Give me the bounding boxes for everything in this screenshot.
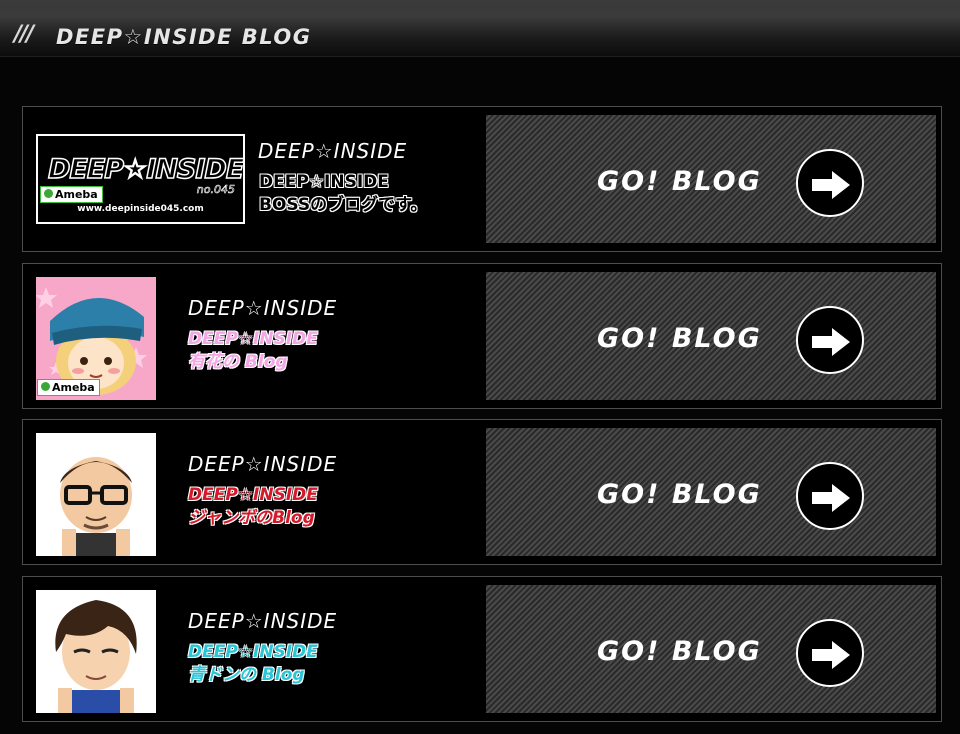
desc-line-1: DEEP☆INSIDE (188, 329, 318, 349)
header-slashes: /// (14, 22, 34, 47)
arrow-right-icon (796, 462, 864, 530)
logo-text: DEEP☆INSIDE (47, 153, 245, 186)
ameba-leaf-icon (44, 189, 53, 198)
logo-url: www.deepinside045.com (77, 204, 204, 214)
page-header: /// DEEP☆INSIDE BLOG (0, 0, 960, 57)
blog-description: DEEP☆INSIDE 青ドンの Blog (188, 641, 318, 687)
go-blog-button[interactable]: GO! BLOG (486, 585, 936, 713)
blogger-name: DEEP☆INSIDE (188, 296, 338, 320)
desc-line-1: DEEP☆INSIDE (188, 642, 318, 662)
page: /// DEEP☆INSIDE BLOG DEEP☆INSIDE no.045 … (0, 0, 960, 734)
ameba-badge-label: Ameba (55, 188, 98, 201)
ameba-badge: Ameba (37, 379, 100, 396)
desc-line-2: 有花の Blog (188, 352, 288, 372)
go-blog-label: GO! BLOG (597, 166, 762, 197)
blogger-name: DEEP☆INSIDE (188, 609, 338, 633)
blog-card-boss: DEEP☆INSIDE no.045 Ameba www.deepinside0… (22, 106, 942, 252)
desc-line-2: 青ドンの Blog (188, 665, 305, 685)
blog-card-aodon: DEEP☆INSIDE DEEP☆INSIDE 青ドンの Blog GO! BL… (22, 576, 942, 722)
go-blog-button[interactable]: GO! BLOG (486, 115, 936, 243)
avatar-aodon-illustration (36, 590, 156, 713)
blog-description: DEEP☆INSIDE BOSSのブログです。 (259, 171, 427, 217)
blog-description: DEEP☆INSIDE 有花の Blog (188, 328, 318, 374)
blog-card-yuka: Ameba DEEP☆INSIDE DEEP☆INSIDE 有花の Blog G… (22, 263, 942, 409)
deepinside-logo: DEEP☆INSIDE no.045 Ameba www.deepinside0… (36, 134, 245, 224)
avatar-jumbo (36, 433, 156, 556)
logo-sub: no.045 (196, 183, 235, 197)
blogger-name: DEEP☆INSIDE (188, 452, 338, 476)
blog-description: DEEP☆INSIDE ジャンボのBlog (188, 484, 318, 530)
desc-line-1: DEEP☆INSIDE (259, 172, 389, 192)
go-blog-label: GO! BLOG (597, 479, 762, 510)
desc-line-1: DEEP☆INSIDE (188, 485, 318, 505)
avatar-aodon (36, 590, 156, 713)
page-title: DEEP☆INSIDE BLOG (56, 25, 312, 49)
avatar-yuka: Ameba (36, 277, 156, 400)
go-blog-button[interactable]: GO! BLOG (486, 272, 936, 400)
go-blog-button[interactable]: GO! BLOG (486, 428, 936, 556)
desc-line-2: BOSSのブログです。 (259, 195, 428, 215)
go-blog-label: GO! BLOG (597, 323, 762, 354)
arrow-right-icon (796, 306, 864, 374)
blog-card-jumbo: DEEP☆INSIDE DEEP☆INSIDE ジャンボのBlog GO! BL… (22, 419, 942, 565)
ameba-leaf-icon (41, 382, 50, 391)
blogger-name: DEEP☆INSIDE (258, 139, 408, 163)
header-sheen (0, 0, 960, 18)
go-blog-label: GO! BLOG (597, 636, 762, 667)
arrow-right-icon (796, 149, 864, 217)
ameba-badge: Ameba (40, 186, 103, 203)
ameba-badge-label: Ameba (52, 381, 95, 394)
arrow-right-icon (796, 619, 864, 687)
avatar-jumbo-illustration (36, 433, 156, 556)
desc-line-2: ジャンボのBlog (188, 508, 315, 528)
